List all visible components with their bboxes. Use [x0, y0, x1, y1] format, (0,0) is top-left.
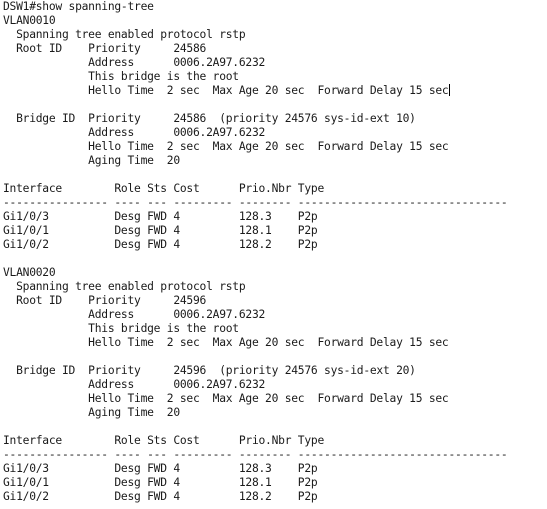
bridge-id-address-line: Address 0006.2A97.6232: [3, 126, 266, 139]
root-timers-line: Hello Time 2 sec Max Age 20 sec Forward …: [3, 84, 547, 98]
bridge-aging-line: Aging Time 20: [3, 154, 180, 167]
prompt-line: DSW1#show spanning-tree: [3, 0, 154, 13]
root-id-priority-line: Root ID Priority 24586: [3, 42, 207, 55]
interface-table-row: Gi1/0/3 Desg FWD 4 128.3 P2p: [3, 210, 318, 223]
root-id-priority-line: Root ID Priority 24596: [3, 294, 207, 307]
interface-table-row: Gi1/0/1 Desg FWD 4 128.1 P2p: [3, 224, 318, 237]
bridge-id-address-line: Address 0006.2A97.6232: [3, 378, 266, 391]
interface-table-separator: ---------------- ---- --- --------- ----…: [3, 448, 508, 461]
bridge-id-priority-line: Bridge ID Priority 24596 (priority 24576…: [3, 364, 416, 377]
root-id-address-line: Address 0006.2A97.6232: [3, 308, 266, 321]
root-timers-text: Hello Time 2 sec Max Age 20 sec Forward …: [3, 84, 449, 97]
protocol-line: Spanning tree enabled protocol rstp: [3, 28, 246, 41]
interface-table-row: Gi1/0/2 Desg FWD 4 128.2 P2p: [3, 490, 318, 503]
root-status-line: This bridge is the root: [3, 322, 239, 335]
protocol-line: Spanning tree enabled protocol rstp: [3, 280, 246, 293]
bridge-aging-line: Aging Time 20: [3, 406, 180, 419]
root-id-address-line: Address 0006.2A97.6232: [3, 56, 266, 69]
interface-table-header: Interface Role Sts Cost Prio.Nbr Type: [3, 434, 325, 447]
vlan-header: VLAN0010: [3, 14, 56, 27]
bridge-timers-line: Hello Time 2 sec Max Age 20 sec Forward …: [3, 392, 449, 405]
bridge-id-priority-line: Bridge ID Priority 24586 (priority 24576…: [3, 112, 416, 125]
bridge-timers-line: Hello Time 2 sec Max Age 20 sec Forward …: [3, 140, 449, 153]
root-status-line: This bridge is the root: [3, 70, 239, 83]
interface-table-separator: ---------------- ---- --- --------- ----…: [3, 196, 508, 209]
interface-table-row: Gi1/0/2 Desg FWD 4 128.2 P2p: [3, 238, 318, 251]
interface-table-header: Interface Role Sts Cost Prio.Nbr Type: [3, 182, 325, 195]
vlan-header: VLAN0020: [3, 266, 56, 279]
terminal-output[interactable]: DSW1#show spanning-tree VLAN0010 Spannin…: [3, 0, 547, 509]
interface-table-row: Gi1/0/1 Desg FWD 4 128.1 P2p: [3, 476, 318, 489]
text-cursor: [448, 84, 450, 96]
interface-table-row: Gi1/0/3 Desg FWD 4 128.3 P2p: [3, 462, 318, 475]
root-timers-line: Hello Time 2 sec Max Age 20 sec Forward …: [3, 336, 449, 349]
